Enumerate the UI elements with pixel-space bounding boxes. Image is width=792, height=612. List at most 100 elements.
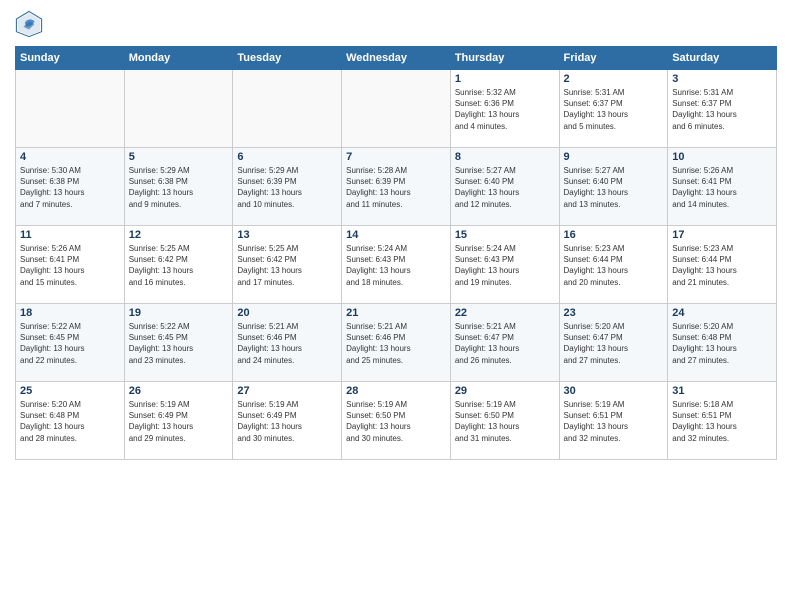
day-number: 16 xyxy=(564,229,664,241)
day-info: Sunrise: 5:26 AM Sunset: 6:41 PM Dayligh… xyxy=(20,243,120,288)
week-row-3: 11Sunrise: 5:26 AM Sunset: 6:41 PM Dayli… xyxy=(16,226,777,304)
day-number: 22 xyxy=(455,307,555,319)
day-number: 1 xyxy=(455,73,555,85)
day-info: Sunrise: 5:24 AM Sunset: 6:43 PM Dayligh… xyxy=(455,243,555,288)
day-number: 24 xyxy=(672,307,772,319)
day-cell: 21 Sunrise: 5:21 AM Sunset: 6:46 PM Dayli… xyxy=(342,304,451,382)
day-number: 10 xyxy=(672,151,772,163)
day-cell: 3 Sunrise: 5:31 AM Sunset: 6:37 PM Daylig… xyxy=(668,70,777,148)
day-cell: 27 Sunrise: 5:19 AM Sunset: 6:49 PM Dayli… xyxy=(233,382,342,460)
day-cell: 26Sunrise: 5:19 AM Sunset: 6:49 PM Dayli… xyxy=(124,382,233,460)
day-info: Sunrise: 5:21 AM Sunset: 6:46 PM Dayligh… xyxy=(237,321,337,366)
day-cell: 30 Sunrise: 5:19 AM Sunset: 6:51 PM Dayli… xyxy=(559,382,668,460)
day-cell: 9Sunrise: 5:27 AM Sunset: 6:40 PM Daylig… xyxy=(559,148,668,226)
day-number: 7 xyxy=(346,151,446,163)
day-number: 18 xyxy=(20,307,120,319)
day-number: 27 xyxy=(237,385,337,397)
day-cell: 20 Sunrise: 5:21 AM Sunset: 6:46 PM Dayli… xyxy=(233,304,342,382)
week-row-4: 18 Sunrise: 5:22 AM Sunset: 6:45 PM Dayli… xyxy=(16,304,777,382)
col-header-monday: Monday xyxy=(124,47,233,70)
day-info: Sunrise: 5:25 AM Sunset: 6:42 PM Dayligh… xyxy=(237,243,337,288)
col-header-thursday: Thursday xyxy=(450,47,559,70)
day-info: Sunrise: 5:19 AM Sunset: 6:49 PM Dayligh… xyxy=(237,399,337,444)
day-info: Sunrise: 5:21 AM Sunset: 6:46 PM Dayligh… xyxy=(346,321,446,366)
day-cell: 22 Sunrise: 5:21 AM Sunset: 6:47 PM Dayli… xyxy=(450,304,559,382)
day-info: Sunrise: 5:19 AM Sunset: 6:49 PM Dayligh… xyxy=(129,399,229,444)
day-info: Sunrise: 5:20 AM Sunset: 6:48 PM Dayligh… xyxy=(20,399,120,444)
day-cell: 31 Sunrise: 5:18 AM Sunset: 6:51 PM Dayli… xyxy=(668,382,777,460)
week-row-2: 4Sunrise: 5:30 AM Sunset: 6:38 PM Daylig… xyxy=(16,148,777,226)
day-cell xyxy=(16,70,125,148)
day-info: Sunrise: 5:23 AM Sunset: 6:44 PM Dayligh… xyxy=(672,243,772,288)
day-cell: 4Sunrise: 5:30 AM Sunset: 6:38 PM Daylig… xyxy=(16,148,125,226)
day-info: Sunrise: 5:27 AM Sunset: 6:40 PM Dayligh… xyxy=(455,165,555,210)
logo-icon xyxy=(15,10,43,38)
day-cell: 2 Sunrise: 5:31 AM Sunset: 6:37 PM Daylig… xyxy=(559,70,668,148)
page: SundayMondayTuesdayWednesdayThursdayFrid… xyxy=(0,0,792,612)
logo xyxy=(15,10,47,38)
day-info: Sunrise: 5:31 AM Sunset: 6:37 PM Dayligh… xyxy=(672,87,772,132)
day-number: 6 xyxy=(237,151,337,163)
col-header-saturday: Saturday xyxy=(668,47,777,70)
day-info: Sunrise: 5:31 AM Sunset: 6:37 PM Dayligh… xyxy=(564,87,664,132)
day-number: 19 xyxy=(129,307,229,319)
col-header-tuesday: Tuesday xyxy=(233,47,342,70)
day-cell: 10Sunrise: 5:26 AM Sunset: 6:41 PM Dayli… xyxy=(668,148,777,226)
day-cell: 5 Sunrise: 5:29 AM Sunset: 6:38 PM Daylig… xyxy=(124,148,233,226)
day-info: Sunrise: 5:28 AM Sunset: 6:39 PM Dayligh… xyxy=(346,165,446,210)
day-cell: 24 Sunrise: 5:20 AM Sunset: 6:48 PM Dayli… xyxy=(668,304,777,382)
col-header-friday: Friday xyxy=(559,47,668,70)
day-info: Sunrise: 5:22 AM Sunset: 6:45 PM Dayligh… xyxy=(129,321,229,366)
week-row-1: 1 Sunrise: 5:32 AM Sunset: 6:36 PM Daylig… xyxy=(16,70,777,148)
day-cell: 11Sunrise: 5:26 AM Sunset: 6:41 PM Dayli… xyxy=(16,226,125,304)
day-number: 8 xyxy=(455,151,555,163)
day-info: Sunrise: 5:19 AM Sunset: 6:51 PM Dayligh… xyxy=(564,399,664,444)
day-cell: 19 Sunrise: 5:22 AM Sunset: 6:45 PM Dayli… xyxy=(124,304,233,382)
day-number: 5 xyxy=(129,151,229,163)
day-cell: 15 Sunrise: 5:24 AM Sunset: 6:43 PM Dayli… xyxy=(450,226,559,304)
day-cell: 18Sunrise: 5:22 AM Sunset: 6:45 PM Dayli… xyxy=(16,304,125,382)
day-info: Sunrise: 5:29 AM Sunset: 6:38 PM Dayligh… xyxy=(129,165,229,210)
day-info: Sunrise: 5:32 AM Sunset: 6:36 PM Dayligh… xyxy=(455,87,555,132)
day-info: Sunrise: 5:21 AM Sunset: 6:47 PM Dayligh… xyxy=(455,321,555,366)
day-info: Sunrise: 5:29 AM Sunset: 6:39 PM Dayligh… xyxy=(237,165,337,210)
day-info: Sunrise: 5:19 AM Sunset: 6:50 PM Dayligh… xyxy=(346,399,446,444)
day-info: Sunrise: 5:18 AM Sunset: 6:51 PM Dayligh… xyxy=(672,399,772,444)
day-cell: 12 Sunrise: 5:25 AM Sunset: 6:42 PM Dayli… xyxy=(124,226,233,304)
day-number: 12 xyxy=(129,229,229,241)
day-cell: 28Sunrise: 5:19 AM Sunset: 6:50 PM Dayli… xyxy=(342,382,451,460)
day-number: 2 xyxy=(564,73,664,85)
day-info: Sunrise: 5:19 AM Sunset: 6:50 PM Dayligh… xyxy=(455,399,555,444)
day-cell: 23Sunrise: 5:20 AM Sunset: 6:47 PM Dayli… xyxy=(559,304,668,382)
day-cell: 25Sunrise: 5:20 AM Sunset: 6:48 PM Dayli… xyxy=(16,382,125,460)
day-number: 14 xyxy=(346,229,446,241)
day-cell xyxy=(124,70,233,148)
day-cell: 17 Sunrise: 5:23 AM Sunset: 6:44 PM Dayli… xyxy=(668,226,777,304)
day-cell: 14Sunrise: 5:24 AM Sunset: 6:43 PM Dayli… xyxy=(342,226,451,304)
day-number: 17 xyxy=(672,229,772,241)
day-cell: 16Sunrise: 5:23 AM Sunset: 6:44 PM Dayli… xyxy=(559,226,668,304)
day-cell: 29 Sunrise: 5:19 AM Sunset: 6:50 PM Dayli… xyxy=(450,382,559,460)
day-number: 31 xyxy=(672,385,772,397)
col-header-sunday: Sunday xyxy=(16,47,125,70)
day-number: 4 xyxy=(20,151,120,163)
day-number: 13 xyxy=(237,229,337,241)
day-number: 3 xyxy=(672,73,772,85)
day-number: 30 xyxy=(564,385,664,397)
day-cell xyxy=(342,70,451,148)
day-info: Sunrise: 5:25 AM Sunset: 6:42 PM Dayligh… xyxy=(129,243,229,288)
day-cell: 1 Sunrise: 5:32 AM Sunset: 6:36 PM Daylig… xyxy=(450,70,559,148)
header xyxy=(15,10,777,38)
day-number: 29 xyxy=(455,385,555,397)
day-info: Sunrise: 5:27 AM Sunset: 6:40 PM Dayligh… xyxy=(564,165,664,210)
day-number: 20 xyxy=(237,307,337,319)
day-cell: 13 Sunrise: 5:25 AM Sunset: 6:42 PM Dayli… xyxy=(233,226,342,304)
day-number: 21 xyxy=(346,307,446,319)
day-cell xyxy=(233,70,342,148)
day-info: Sunrise: 5:20 AM Sunset: 6:48 PM Dayligh… xyxy=(672,321,772,366)
week-row-5: 25Sunrise: 5:20 AM Sunset: 6:48 PM Dayli… xyxy=(16,382,777,460)
day-cell: 7 Sunrise: 5:28 AM Sunset: 6:39 PM Daylig… xyxy=(342,148,451,226)
day-number: 23 xyxy=(564,307,664,319)
day-number: 15 xyxy=(455,229,555,241)
calendar-table: SundayMondayTuesdayWednesdayThursdayFrid… xyxy=(15,46,777,460)
